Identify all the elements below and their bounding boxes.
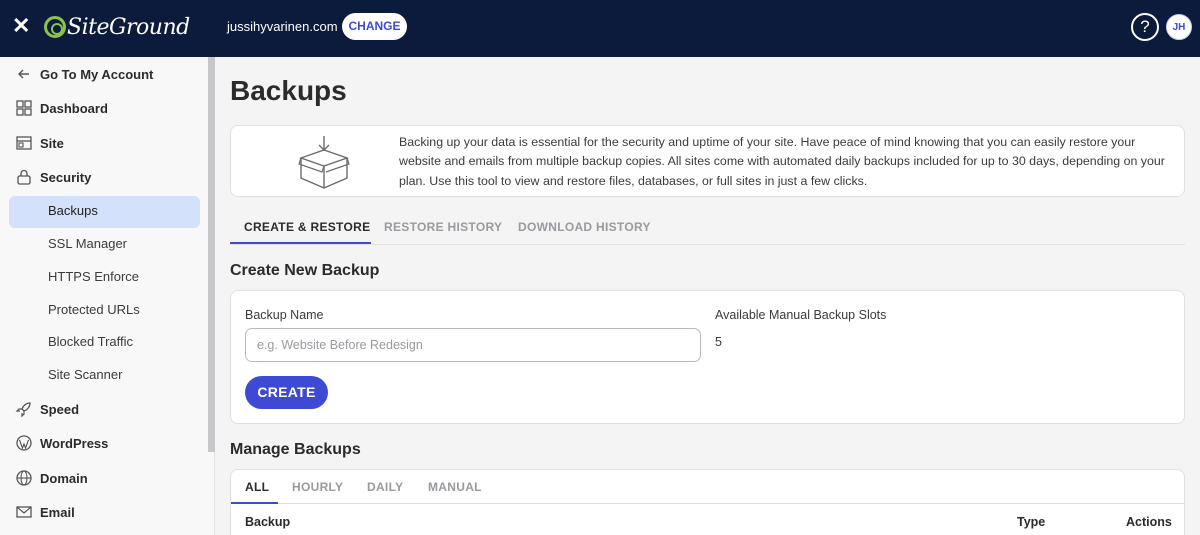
info-text: Backing up your data is essential for th…	[399, 135, 1165, 188]
sidebar-item-site[interactable]: Site	[15, 131, 64, 155]
sidebar-item-speed[interactable]: Speed	[15, 397, 79, 421]
sidebar-item-backups[interactable]: Backups	[9, 196, 200, 228]
backup-box-icon	[298, 136, 350, 189]
sidebar-item-label: Email	[40, 504, 75, 520]
manage-tabs: ALL HOURLY DAILY MANUAL	[231, 470, 1184, 504]
globe-icon	[15, 469, 33, 487]
sidebar-item-label: Site	[40, 135, 64, 151]
backup-name-input[interactable]	[245, 328, 701, 362]
create-backup-heading: Create New Backup	[230, 262, 380, 279]
info-card: Backing up your data is essential for th…	[230, 125, 1185, 197]
column-header-actions: Actions	[1126, 515, 1172, 529]
logo-mark-icon	[44, 16, 66, 38]
column-header-type[interactable]: Type	[1017, 515, 1045, 529]
sidebar-item-dashboard[interactable]: Dashboard	[15, 96, 108, 120]
avatar[interactable]: JH	[1166, 14, 1192, 40]
page-title: Backups	[230, 75, 347, 106]
wordpress-icon	[15, 434, 33, 452]
sidebar-item-ssl-manager[interactable]: SSL Manager	[48, 234, 127, 254]
sidebar-item-label: Backups	[48, 203, 98, 218]
sidebar-item-label: WordPress	[40, 435, 109, 451]
available-slots-label: Available Manual Backup Slots	[715, 308, 887, 322]
tab-create-restore[interactable]: CREATE & RESTORE	[244, 220, 370, 234]
go-to-account-label: Go To My Account	[40, 66, 154, 82]
dashboard-icon	[15, 99, 33, 117]
tab-restore-history[interactable]: RESTORE HISTORY	[384, 220, 502, 234]
arrow-left-icon	[15, 65, 33, 83]
sidebar-item-label: Speed	[40, 401, 80, 417]
rocket-icon	[15, 400, 33, 418]
active-tab-indicator	[230, 242, 371, 244]
sidebar-item-security[interactable]: Security	[15, 165, 91, 189]
sidebar-item-domain[interactable]: Domain	[15, 466, 88, 490]
tab-download-history[interactable]: DOWNLOAD HISTORY	[518, 220, 651, 234]
lock-icon	[15, 168, 33, 186]
top-bar: ✕ SiteGround jussihyvarinen.com CHANGE ?…	[0, 0, 1200, 57]
create-button[interactable]: CREATE	[245, 376, 328, 409]
sidebar-item-wordpress[interactable]: WordPress	[15, 431, 108, 455]
site-icon	[15, 134, 33, 152]
sidebar-item-email[interactable]: Email	[15, 500, 75, 524]
tab-daily[interactable]: DAILY	[367, 480, 403, 494]
sidebar-scrollbar[interactable]	[208, 57, 215, 452]
column-header-backup[interactable]: Backup	[245, 515, 290, 529]
main-tabs: CREATE & RESTORE RESTORE HISTORY DOWNLOA…	[230, 213, 1185, 245]
tab-manual[interactable]: MANUAL	[428, 480, 482, 494]
envelope-icon	[15, 503, 33, 521]
tab-all[interactable]: ALL	[245, 480, 269, 494]
sidebar-item-label: Domain	[40, 470, 88, 486]
sidebar-item-label: Security	[40, 169, 92, 185]
backup-name-label: Backup Name	[245, 308, 324, 322]
manage-backups-heading: Manage Backups	[230, 441, 361, 458]
go-to-account-link[interactable]: Go To My Account	[15, 62, 153, 86]
siteground-logo[interactable]: SiteGround	[44, 12, 190, 42]
logo-text: SiteGround	[67, 14, 190, 40]
help-icon[interactable]: ?	[1131, 13, 1159, 41]
sidebar-item-protected-urls[interactable]: Protected URLs	[48, 300, 140, 320]
sidebar: Go To My Account Dashboard Site Security…	[0, 57, 215, 535]
sidebar-item-blocked-traffic[interactable]: Blocked Traffic	[48, 332, 133, 352]
create-backup-card: Backup Name Available Manual Backup Slot…	[230, 290, 1185, 424]
site-domain: jussihyvarinen.com	[227, 19, 338, 34]
change-site-button[interactable]: CHANGE	[342, 13, 407, 40]
sidebar-item-label: Dashboard	[40, 100, 108, 116]
manage-backups-card: ALL HOURLY DAILY MANUAL Backup Type Acti…	[230, 469, 1185, 535]
close-icon[interactable]: ✕	[12, 14, 30, 38]
sidebar-item-https-enforce[interactable]: HTTPS Enforce	[48, 267, 139, 287]
active-tab-indicator	[231, 502, 278, 504]
tab-hourly[interactable]: HOURLY	[292, 480, 343, 494]
available-slots-value: 5	[715, 335, 722, 349]
sidebar-item-site-scanner[interactable]: Site Scanner	[48, 365, 122, 385]
